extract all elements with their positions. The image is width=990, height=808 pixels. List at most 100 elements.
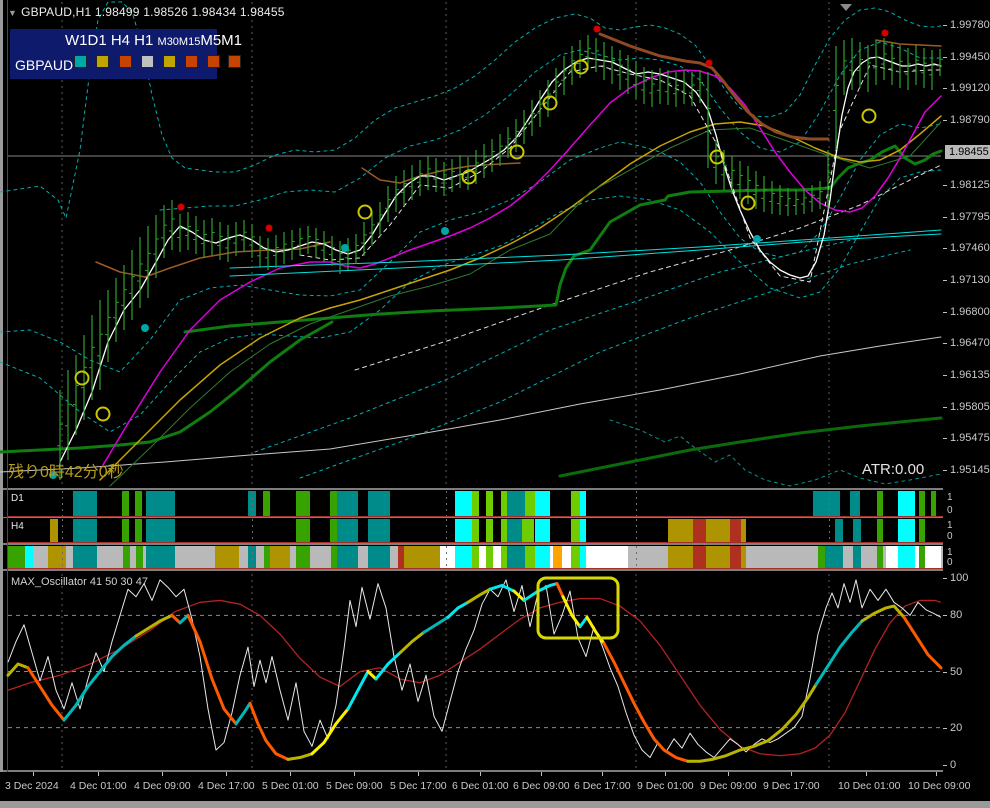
time-tick [665,772,666,776]
oscillator-main-cyan [578,615,589,629]
oscillator-main-orange [902,615,943,670]
sell-signal-dot [881,29,889,37]
panel-divider[interactable] [0,517,990,518]
strip-segment [337,519,358,543]
price-axis-label: 1.97460 [950,242,990,254]
line-ma-white-fast [59,56,942,463]
strip-segment [571,546,580,569]
line-band-lower-inner [0,123,942,373]
price-tick [943,217,947,218]
entry-signal-circle [461,169,477,185]
strip-segment [368,546,390,569]
oscillator-tick [943,615,947,617]
time-axis-label: 5 Dec 09:00 [326,780,383,792]
gridline-vertical [829,546,830,569]
time-axis-label: 6 Dec 01:00 [452,780,509,792]
strip-segment [507,546,525,569]
oscillator-main-yellow [310,707,350,756]
strip-segment [404,546,440,569]
entry-signal-circle [861,108,877,124]
timeframe-status-square[interactable] [96,55,109,68]
strip-segment [813,491,840,517]
oscillator-axis-label: 100 [950,572,969,584]
symbol-ohlc-line: ▼ GBPAUD,H1 1.98499 1.98526 1.98434 1.984… [8,5,285,19]
time-axis-label: 6 Dec 09:00 [513,780,570,792]
timeframe-status-square[interactable] [185,55,198,68]
oscillator-signal-red [7,597,942,757]
timeframe-label-small[interactable]: M30M15 [158,36,201,48]
buy-signal-dot [341,244,349,252]
time-tick [354,772,355,776]
strip-segment [122,519,129,543]
gridline-vertical [62,519,63,543]
time-tick [226,772,227,776]
price-tick [943,57,947,58]
entry-signal-circle [573,59,589,75]
timeframe-status-square[interactable] [119,55,132,68]
oscillator-main-teal [62,634,138,722]
timeframe-status-square[interactable] [228,55,241,68]
symbol-dropdown-icon[interactable]: ▼ [8,8,17,18]
max-oscillator-panel[interactable] [0,572,943,770]
strip-segment [525,491,535,517]
gridline-vertical [62,546,63,569]
panel-divider[interactable] [0,543,990,545]
timeframe-status-square[interactable] [163,55,176,68]
strip-segment [48,546,66,569]
strip-segment [146,491,175,517]
price-tick [943,185,947,186]
oscillator-main-orange [170,613,182,625]
time-axis-label: 4 Dec 09:00 [134,780,191,792]
strip-segment [919,519,925,543]
sell-signal-dot [705,59,713,67]
oscillator-axis-label: 0 [950,759,957,771]
price-axis-label: 1.96135 [950,369,990,381]
oscillator-main-olive [398,630,426,655]
strip-segment [835,519,843,543]
time-tick [791,772,792,776]
line-stop-brown-2 [361,162,521,184]
price-tick [943,375,947,376]
oscillator-main-orange [555,582,565,599]
time-axis[interactable]: 3 Dec 2024 4 Dec 01:00 4 Dec 09:00 4 Dec 17… [0,772,990,801]
price-tick [943,343,947,344]
strip-segment [877,491,883,517]
time-axis-label: 5 Dec 01:00 [262,780,319,792]
price-axis[interactable]: 1.99780 1.99450 1.99120 1.98790 1.98125 1.977… [943,0,990,801]
timeframe-status-square[interactable] [141,55,154,68]
strip-axis-label: 1 [947,492,953,503]
strip-segment [853,546,861,569]
entry-signal-circle [74,370,90,386]
oscillator-tick [943,765,947,766]
buy-signal-dot [753,235,761,243]
line-trendline-white-solid [0,336,942,473]
entry-signal-circle [357,204,373,220]
price-axis-label: 1.95805 [950,401,990,413]
timeframe-buttons[interactable]: W1D1 H4 H1 M30M15M5M1 [10,29,242,50]
timeframe-label-big1[interactable]: W1D1 H4 H1 [65,32,158,49]
strip-segment [580,546,586,569]
strip-segment [135,519,142,543]
strip-segment [535,546,550,569]
strip-segment [580,519,586,543]
strip-segment [455,491,472,517]
timeframe-label-big2[interactable]: M5M1 [200,32,242,49]
strip-segment [877,519,883,543]
strip-segment [122,491,129,517]
time-axis-label: 4 Dec 01:00 [70,780,127,792]
strip-segment [850,491,860,517]
strip-segment [455,519,472,543]
price-tick [943,407,947,408]
time-tick [33,772,34,776]
atr-value-text: ATR:0.00 [862,461,925,478]
oscillator-main-orange [186,613,238,726]
price-axis-label: 1.99120 [950,82,990,94]
timeframe-panel-symbol: GBPAUD [15,57,74,73]
indicator-strip-H4: H4 [8,519,943,543]
timeframe-status-square[interactable] [74,55,87,68]
timeframe-panel[interactable]: W1D1 H4 H1 M30M15M5M1 GBPAUD [10,29,242,79]
panel-divider[interactable] [0,569,990,571]
gridline-vertical [636,491,637,517]
oscillator-axis-label: 20 [950,721,963,734]
timeframe-status-square[interactable] [207,55,220,68]
